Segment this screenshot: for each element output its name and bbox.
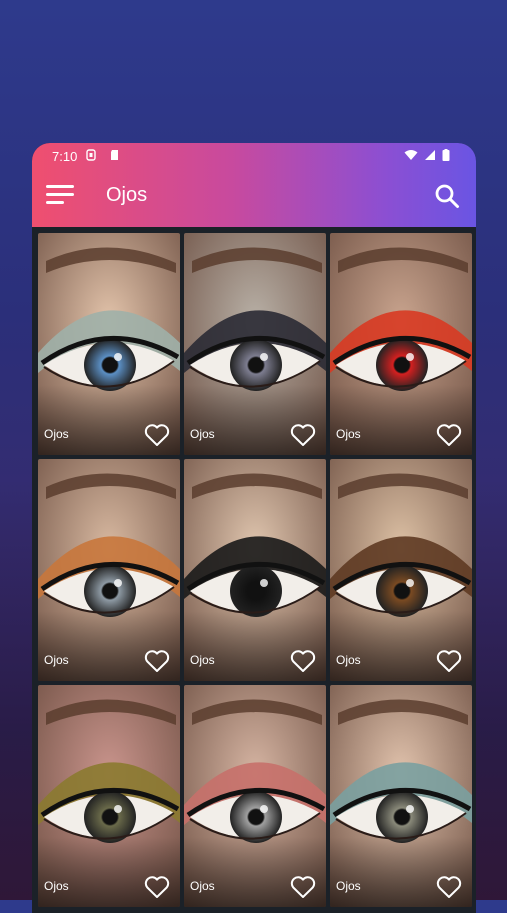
card-label: Ojos — [336, 653, 361, 667]
grid-card[interactable]: Ojos — [38, 233, 180, 455]
grid-card[interactable]: Ojos — [184, 459, 326, 681]
favorite-heart-icon[interactable] — [290, 875, 316, 899]
grid-card[interactable]: Ojos — [330, 233, 472, 455]
image-grid: Ojos Ojos Ojos Ojos Ojos Ojos Ojos Ojos … — [38, 233, 472, 907]
status-bar: 7:10 — [32, 143, 476, 169]
grid-card[interactable]: Ojos — [330, 685, 472, 907]
card-label: Ojos — [190, 653, 215, 667]
favorite-heart-icon[interactable] — [144, 649, 170, 673]
storage-icon — [111, 150, 118, 160]
grid-card[interactable]: Ojos — [38, 459, 180, 681]
card-label: Ojos — [336, 879, 361, 893]
phone-screen: 7:10 Ojos Ojos Ojos Ojos Ojos Ojos Ojos … — [32, 143, 476, 913]
grid-card[interactable]: Ojos — [184, 685, 326, 907]
search-icon[interactable] — [434, 183, 460, 209]
menu-line — [46, 201, 64, 204]
top-app-bar: 7:10 Ojos — [32, 143, 476, 227]
favorite-heart-icon[interactable] — [144, 875, 170, 899]
menu-button[interactable] — [46, 185, 74, 207]
grid-card[interactable]: Ojos — [38, 685, 180, 907]
grid-card[interactable]: Ojos — [184, 233, 326, 455]
app-bar: Ojos — [32, 169, 476, 225]
signal-icon — [425, 150, 435, 160]
favorite-heart-icon[interactable] — [290, 649, 316, 673]
favorite-heart-icon[interactable] — [144, 423, 170, 447]
sim-icon — [86, 149, 96, 161]
status-time: 7:10 — [52, 149, 78, 164]
card-label: Ojos — [44, 879, 69, 893]
page-title: Ojos — [106, 184, 148, 206]
card-label: Ojos — [44, 427, 69, 441]
grid-card[interactable]: Ojos — [330, 459, 472, 681]
favorite-heart-icon[interactable] — [436, 875, 462, 899]
card-label: Ojos — [190, 879, 215, 893]
menu-line — [46, 193, 74, 196]
favorite-heart-icon[interactable] — [436, 649, 462, 673]
card-label: Ojos — [190, 427, 215, 441]
menu-line — [46, 185, 74, 188]
card-label: Ojos — [44, 653, 69, 667]
favorite-heart-icon[interactable] — [290, 423, 316, 447]
wifi-icon — [404, 150, 418, 160]
battery-icon — [442, 149, 450, 161]
card-label: Ojos — [336, 427, 361, 441]
favorite-heart-icon[interactable] — [436, 423, 462, 447]
